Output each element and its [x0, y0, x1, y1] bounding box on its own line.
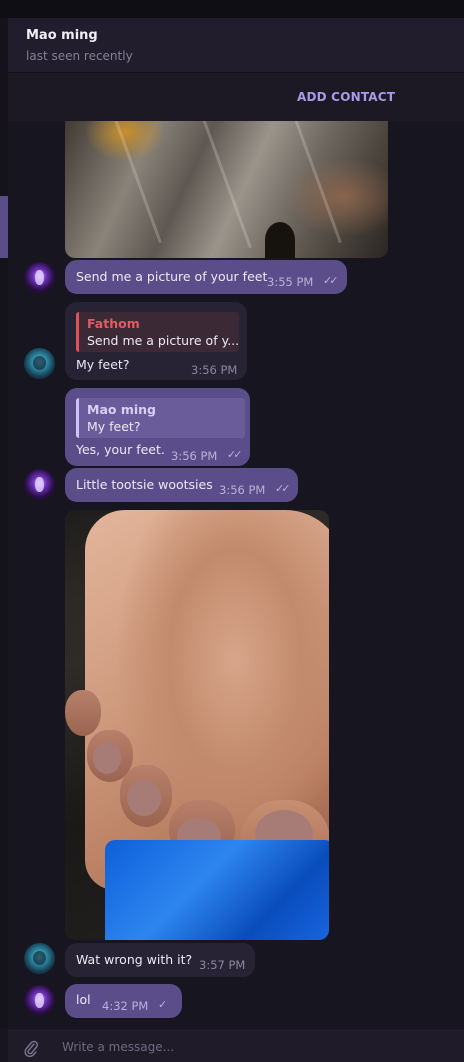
- contact-status: last seen recently: [26, 49, 133, 63]
- message-text: Little tootsie wootsies: [76, 477, 213, 492]
- photo-detail: [111, 121, 162, 244]
- title-bar: [0, 0, 464, 18]
- message-bubble[interactable]: Send me a picture of your feet 3:55 PM ✓…: [65, 260, 347, 294]
- message-bubble[interactable]: Fathom Send me a picture of y... My feet…: [65, 302, 247, 380]
- photo-detail: [65, 690, 101, 736]
- message-time: 3:56 PM: [219, 483, 266, 497]
- double-check-icon: ✓✓: [275, 482, 291, 495]
- photo-detail: [93, 742, 121, 774]
- contact-name[interactable]: Mao ming: [26, 28, 98, 43]
- photo-detail: [291, 121, 342, 244]
- reply-text: My feet?: [87, 419, 141, 434]
- message-bubble[interactable]: Wat wrong with it? 3:57 PM: [65, 943, 255, 977]
- avatar-fathom[interactable]: [24, 348, 55, 379]
- message-bubble[interactable]: Little tootsie wootsies 3:56 PM ✓✓: [65, 468, 298, 502]
- message-time: 3:55 PM: [267, 275, 314, 289]
- photo-detail: [265, 222, 295, 258]
- message-list[interactable]: Send me a picture of your feet 3:55 PM ✓…: [8, 121, 464, 1028]
- message-text: Yes, your feet.: [76, 442, 165, 457]
- single-check-icon: ✓: [158, 998, 168, 1011]
- avatar-mao-ming[interactable]: [24, 985, 55, 1016]
- message-bubble[interactable]: lol 4:32 PM ✓: [65, 984, 182, 1018]
- sidebar-active-indicator: [0, 196, 8, 258]
- message-input[interactable]: [60, 1036, 444, 1058]
- message-time: 3:56 PM: [191, 363, 238, 377]
- photo-detail: [105, 840, 329, 940]
- reply-text: Send me a picture of y...: [87, 333, 240, 348]
- double-check-icon: ✓✓: [227, 448, 243, 461]
- message-photo[interactable]: [65, 121, 388, 258]
- message-time: 3:56 PM: [171, 449, 218, 463]
- reply-quote[interactable]: Mao ming My feet?: [76, 398, 245, 438]
- chat-header[interactable]: Mao ming last seen recently: [8, 18, 464, 73]
- sidebar-edge: [0, 18, 8, 1028]
- add-contact-button[interactable]: ADD CONTACT: [297, 90, 395, 104]
- reply-quote[interactable]: Fathom Send me a picture of y...: [76, 312, 239, 352]
- message-time: 4:32 PM: [102, 999, 149, 1013]
- message-text: lol: [76, 992, 91, 1007]
- message-composer: [8, 1028, 464, 1062]
- photo-detail: [201, 121, 252, 249]
- message-text: Wat wrong with it?: [76, 952, 193, 967]
- add-contact-bar: ADD CONTACT: [8, 73, 464, 122]
- photo-detail: [127, 780, 161, 816]
- reply-author: Mao ming: [87, 402, 156, 417]
- avatar-fathom[interactable]: [24, 943, 55, 974]
- message-time: 3:57 PM: [199, 958, 246, 972]
- message-text: My feet?: [76, 357, 130, 372]
- message-photo[interactable]: [65, 510, 329, 940]
- message-text: Send me a picture of your feet: [76, 269, 268, 284]
- double-check-icon: ✓✓: [323, 274, 339, 287]
- paperclip-icon[interactable]: [24, 1039, 38, 1057]
- avatar-mao-ming[interactable]: [24, 469, 55, 500]
- reply-author: Fathom: [87, 316, 140, 331]
- message-bubble[interactable]: Mao ming My feet? Yes, your feet. 3:56 P…: [65, 388, 250, 466]
- avatar-mao-ming[interactable]: [24, 262, 55, 293]
